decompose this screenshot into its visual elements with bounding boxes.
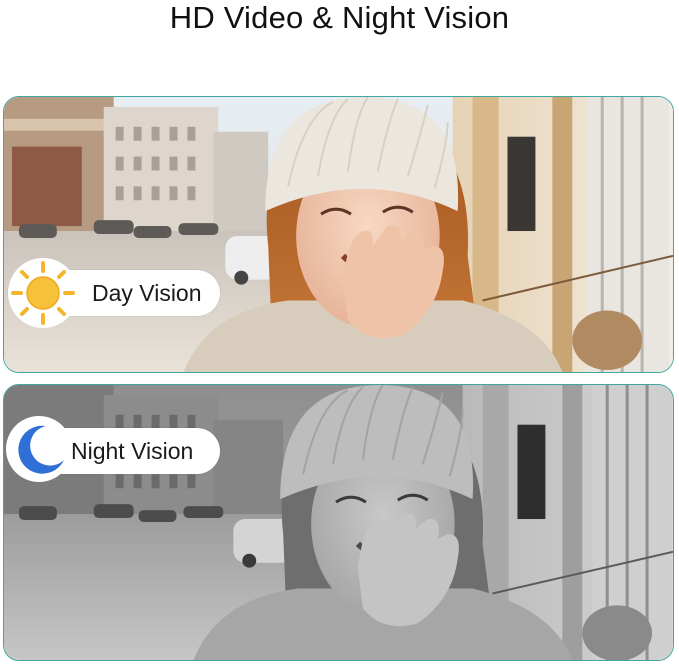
sun-icon-circle (8, 258, 78, 328)
day-vision-photo (4, 97, 673, 372)
night-vision-photo (4, 385, 673, 660)
moon-icon-circle (6, 416, 72, 482)
page-title: HD Video & Night Vision (169, 0, 510, 35)
sun-icon (11, 261, 75, 325)
night-vision-label: Night Vision (71, 438, 194, 464)
night-vision-badge: Night Vision (6, 416, 220, 482)
day-vision-badge: Day Vision (8, 258, 220, 328)
day-vision-panel: Day Vision (3, 96, 674, 373)
night-vision-panel: Night Vision (3, 384, 674, 661)
crescent-moon-icon (18, 425, 64, 474)
day-vision-label: Day Vision (92, 280, 202, 306)
